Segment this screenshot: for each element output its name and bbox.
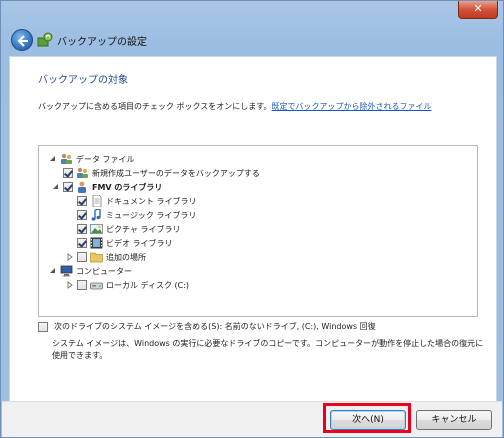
page-heading: バックアップの対象	[38, 75, 128, 86]
tree-label: ドキュメント ライブラリ	[106, 196, 197, 206]
backup-settings-window: ✕ バックアップの設定 バックアップの対象 バックアップに含める項目のチェック …	[0, 0, 504, 438]
local-disk-checkbox[interactable]	[77, 280, 87, 290]
users-icon	[77, 167, 88, 178]
music-note-icon	[91, 209, 101, 221]
tree-item-music[interactable]: ミュージック ライブラリ	[77, 208, 196, 222]
document-icon	[92, 195, 102, 207]
title-bar: バックアップの設定	[1, 25, 504, 55]
excluded-files-link[interactable]: 既定でバックアップから除外されるファイル	[272, 102, 432, 111]
system-image-label: 次のドライブのシステム イメージを含める(S): 名前のないドライブ, (C:)…	[54, 322, 376, 331]
system-image-option[interactable]: 次のドライブのシステム イメージを含める(S): 名前のないドライブ, (C:)…	[38, 321, 376, 332]
picture-icon	[90, 224, 103, 234]
description-text: バックアップに含める項目のチェック ボックスをオンにします。	[38, 102, 272, 111]
film-icon	[90, 237, 103, 249]
folder-icon	[90, 252, 103, 263]
cancel-button[interactable]: キャンセル	[416, 410, 492, 430]
tree-label: 新規作成ユーザーのデータをバックアップする	[92, 168, 260, 178]
back-button[interactable]	[11, 29, 33, 51]
tree-label: ビデオ ライブラリ	[106, 238, 173, 248]
tree-label: ピクチャ ライブラリ	[106, 224, 181, 234]
expand-arrow-icon[interactable]	[66, 253, 74, 261]
window-title: バックアップの設定	[57, 37, 147, 48]
new-users-checkbox[interactable]	[63, 168, 73, 178]
tree-label: 追加の場所	[106, 252, 146, 262]
tree-label: ローカル ディスク (C:)	[106, 280, 190, 290]
documents-checkbox[interactable]	[77, 196, 87, 206]
tree-item-new-users[interactable]: 新規作成ユーザーのデータをバックアップする	[63, 166, 260, 180]
tree-label: ミュージック ライブラリ	[106, 210, 197, 220]
page-description: バックアップに含める項目のチェック ボックスをオンにします。既定でバックアップか…	[38, 101, 432, 112]
person-icon	[78, 181, 86, 193]
back-arrow-icon	[17, 35, 28, 47]
tree-item-video[interactable]: ビデオ ライブラリ	[77, 236, 173, 250]
close-button[interactable]: ✕	[458, 1, 498, 19]
system-image-checkbox[interactable]	[38, 321, 48, 332]
fmv-library-checkbox[interactable]	[63, 182, 73, 192]
tree-item-documents[interactable]: ドキュメント ライブラリ	[77, 194, 197, 208]
system-image-note: システム イメージは、Windows の実行に必要なドライブのコピーです。コンピ…	[52, 339, 484, 360]
tree-item-fmv-library[interactable]: FMV のライブラリ	[52, 180, 162, 194]
tree-item-data-files[interactable]: データ ファイル	[49, 152, 135, 166]
backup-items-tree: データ ファイル 新規作成ユーザーのデータをバックアップする FMV のライブラ…	[38, 145, 478, 317]
music-checkbox[interactable]	[77, 210, 87, 220]
tree-label: FMV のライブラリ	[92, 182, 163, 192]
hard-disk-icon	[90, 282, 103, 290]
next-button-highlight	[323, 403, 411, 433]
tree-item-pictures[interactable]: ピクチャ ライブラリ	[77, 222, 180, 236]
additional-locations-checkbox[interactable]	[77, 252, 87, 262]
expand-arrow-icon[interactable]	[66, 281, 74, 289]
collapse-arrow-icon[interactable]	[52, 183, 60, 191]
tree-item-additional-locations[interactable]: 追加の場所	[66, 250, 146, 264]
tree-item-computer[interactable]: コンピューター	[49, 264, 132, 278]
tree-label: コンピューター	[76, 266, 132, 276]
backup-app-icon	[37, 32, 53, 47]
dialog-footer: 次へ(N) キャンセル	[2, 401, 502, 437]
tree-item-local-disk[interactable]: ローカル ディスク (C:)	[66, 278, 189, 292]
computer-icon	[60, 265, 73, 277]
pictures-checkbox[interactable]	[77, 224, 87, 234]
collapse-arrow-icon[interactable]	[49, 267, 57, 275]
tree-label: データ ファイル	[76, 154, 135, 164]
collapse-arrow-icon[interactable]	[49, 155, 57, 163]
content-area: バックアップの対象 バックアップに含める項目のチェック ボックスをオンにします。…	[9, 56, 497, 406]
video-checkbox[interactable]	[77, 238, 87, 248]
users-icon	[61, 153, 72, 164]
